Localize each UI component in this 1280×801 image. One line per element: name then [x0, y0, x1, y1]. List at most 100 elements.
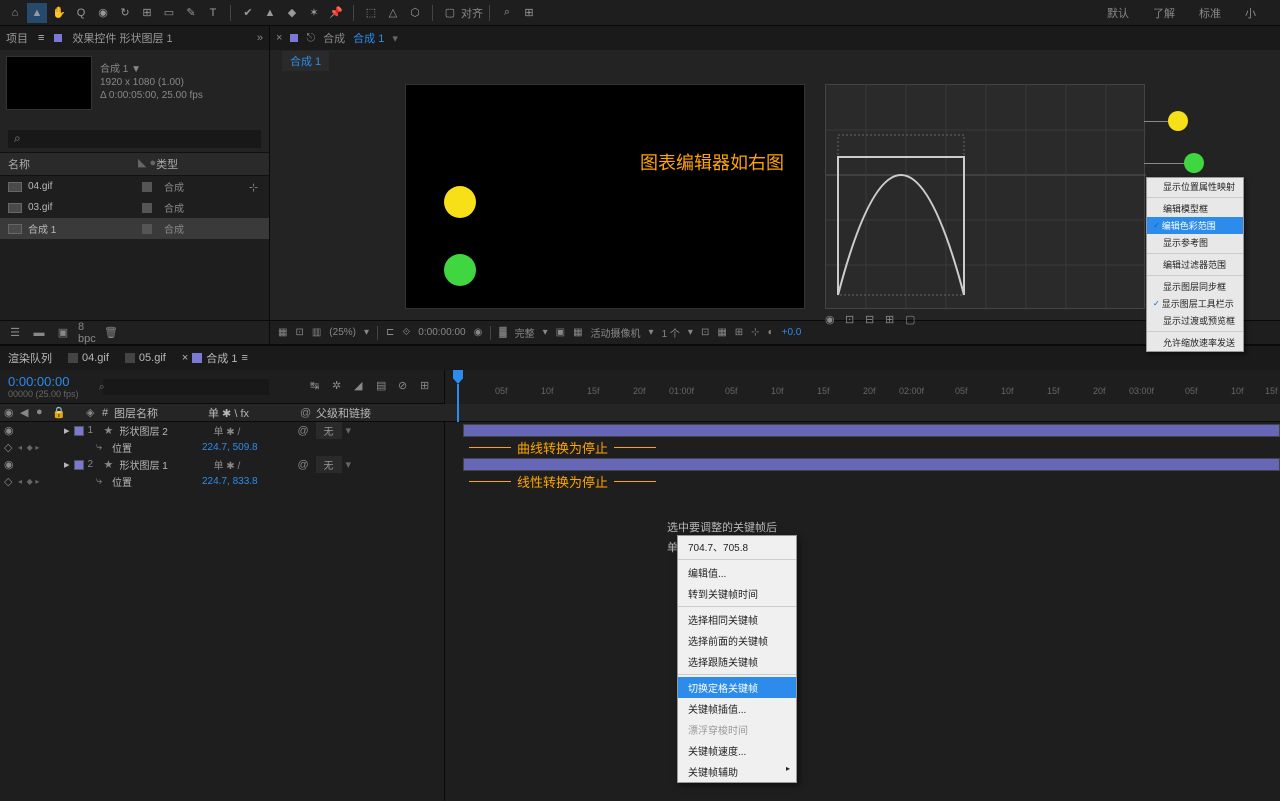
ws-learn[interactable]: 了解 [1153, 5, 1175, 21]
parent-dropdown[interactable]: 无 [316, 456, 342, 473]
home-icon[interactable]: ⌂ [5, 3, 25, 23]
flowchart-icon[interactable]: ⊹ [249, 181, 261, 193]
view-tool-icon[interactable]: ⊞ [735, 327, 743, 338]
channel-icon[interactable]: ▓ [499, 327, 506, 338]
composition-preview[interactable]: 图表编辑器如右图 [405, 84, 805, 309]
graph-tool-icon[interactable]: ▢ [905, 313, 919, 327]
grid-icon[interactable]: ⊡ [295, 327, 303, 338]
mesh-icon[interactable]: ⊞ [519, 3, 539, 23]
property-row[interactable]: ◇ ◂◆▸ ⤷ 位置 224.7, 509.8 [0, 439, 444, 456]
zoom-tool[interactable]: Q [71, 3, 91, 23]
comp-tab[interactable]: 合成 1 [282, 51, 329, 71]
shy-icon[interactable]: ◢ [354, 379, 370, 395]
pen-tool[interactable]: ✎ [181, 3, 201, 23]
magnify-icon[interactable]: ▦ [278, 327, 287, 338]
time-nav-icon[interactable]: ⟐ [402, 327, 410, 338]
graph-tool-icon[interactable]: ⊞ [885, 313, 899, 327]
eye-col-icon[interactable]: ◉ [4, 406, 18, 420]
graph-menu-item[interactable]: 显示参考图 [1147, 234, 1243, 251]
kf-menu-item[interactable]: 关键帧速度... [678, 740, 796, 761]
axis-world-icon[interactable]: △ [383, 3, 403, 23]
audio-col-icon[interactable]: ◀ [20, 406, 34, 420]
ws-standard[interactable]: 标准 [1199, 5, 1221, 21]
timeline-tab-render[interactable]: 渲染队列 [8, 350, 52, 366]
new-folder-icon[interactable]: ▬ [30, 325, 48, 341]
col-name-header[interactable]: 名称 [8, 156, 138, 172]
stopwatch-icon[interactable]: ◇ [4, 441, 14, 454]
layer-row[interactable]: ◉ ▸ 1 ★ 形状图层 2 单 ✱ / @ 无 ▾ [0, 422, 444, 439]
col-type-header[interactable]: 类型 [156, 156, 261, 172]
expand-icon[interactable]: ⤷ [96, 475, 108, 488]
property-row[interactable]: ◇ ◂◆▸ ⤷ 位置 224.7, 833.8 [0, 473, 444, 490]
kf-menu-item[interactable]: 选择跟随关键帧 [678, 651, 796, 672]
behind-tool[interactable]: ⊞ [137, 3, 157, 23]
roto-tool[interactable]: ✶ [304, 3, 324, 23]
next-kf-icon[interactable]: ▸ [35, 477, 42, 486]
timeline-tab[interactable]: 05.gif [125, 352, 166, 364]
layer-bar[interactable] [463, 458, 1280, 471]
transparency-icon[interactable]: ▦ [573, 327, 582, 338]
graph-editor[interactable]: 显示位置属性映射 编辑模型框 编辑色彩范围 显示参考图 编辑过滤器范围 显示图层… [825, 84, 1145, 309]
label-col-icon[interactable]: ◈ [86, 406, 100, 420]
timeline-search-input[interactable] [103, 379, 269, 395]
resolution-icon[interactable]: ⊏ [386, 327, 394, 338]
axis-view-icon[interactable]: ⬡ [405, 3, 425, 23]
expand-icon[interactable]: ⤷ [96, 441, 108, 454]
effect-controls-tab[interactable]: 效果控件 形状图层 1 [72, 30, 172, 46]
graph-editor-icon[interactable]: ⊞ [420, 379, 436, 395]
prev-kf-icon[interactable]: ◂ [18, 477, 25, 486]
bpc-label[interactable]: 8 bpc [78, 325, 96, 341]
mode-col[interactable]: 单 ✱ \ fx [208, 405, 298, 421]
graph-menu-item[interactable]: 编辑色彩范围 [1147, 217, 1243, 234]
puppet-tool[interactable]: 📌 [326, 3, 346, 23]
layer-label-color[interactable] [74, 460, 84, 470]
search-icon[interactable]: ⌕ [497, 3, 517, 23]
hand-tool[interactable]: ✋ [49, 3, 69, 23]
clone-tool[interactable]: ▲ [260, 3, 280, 23]
snapshot-icon[interactable]: ◉ [474, 327, 483, 338]
layer-bar[interactable] [463, 424, 1280, 437]
graph-menu-item[interactable]: 显示图层同步框 [1147, 278, 1243, 295]
add-kf-icon[interactable]: ◆ [27, 477, 34, 486]
view-tool-icon[interactable]: ⊡ [701, 327, 709, 338]
graph-tool-icon[interactable]: ⊟ [865, 313, 879, 327]
motion-blur-icon[interactable]: ⊘ [398, 379, 414, 395]
quality-dropdown[interactable]: 完整 [515, 325, 535, 340]
prev-kf-icon[interactable]: ◂ [18, 443, 25, 452]
current-timecode[interactable]: 0:00:00:00 [8, 374, 79, 389]
timeline-tab[interactable]: ×合成 1≡ [182, 350, 248, 366]
region-icon[interactable]: ▣ [556, 327, 565, 338]
add-kf-icon[interactable]: ◆ [27, 443, 34, 452]
axis-local-icon[interactable]: ⬚ [361, 3, 381, 23]
project-item[interactable]: 04.gif 合成 ⊹ [0, 176, 269, 197]
close-tab-icon[interactable]: × [276, 32, 282, 44]
camera-dropdown[interactable]: 活动摄像机 [591, 325, 641, 340]
position-value[interactable]: 224.7, 833.8 [202, 476, 258, 487]
selection-tool[interactable]: ▲ [27, 3, 47, 23]
next-kf-icon[interactable]: ▸ [35, 443, 42, 452]
parent-col[interactable]: 父级和链接 [316, 405, 371, 421]
views-dropdown[interactable]: 1 个 [662, 325, 680, 340]
pickwhip-icon[interactable]: @ [298, 425, 312, 437]
new-comp-icon[interactable]: ▣ [54, 325, 72, 341]
stopwatch-icon[interactable]: ◇ [4, 475, 14, 488]
exposure-icon[interactable]: ◐ [768, 327, 774, 338]
mask-icon[interactable]: ▥ [312, 327, 321, 338]
time-ruler[interactable]: 05f 10f 15f 20f 01:00f 05f 10f 15f 20f 0… [445, 370, 1280, 404]
solo-col-icon[interactable]: ● [36, 406, 50, 420]
graph-menu-item[interactable]: 显示过渡或预览框 [1147, 312, 1243, 329]
parent-dropdown[interactable]: 无 [316, 422, 342, 439]
graph-tool-icon[interactable]: ⊡ [845, 313, 859, 327]
view-tool-icon[interactable]: ▦ [717, 327, 726, 338]
view-tool-icon[interactable]: ⊹ [751, 327, 759, 338]
brush-tool[interactable]: ✔ [238, 3, 258, 23]
text-tool[interactable]: T [203, 3, 223, 23]
project-item[interactable]: 03.gif 合成 [0, 197, 269, 218]
orbit-tool[interactable]: ◉ [93, 3, 113, 23]
pickwhip-icon[interactable]: @ [298, 459, 312, 471]
ws-small[interactable]: 小 [1245, 5, 1256, 21]
graph-menu-item[interactable]: 显示图层工具栏示 [1147, 295, 1243, 312]
zoom-dropdown[interactable]: (25%) [329, 327, 356, 338]
visibility-toggle[interactable]: ◉ [4, 458, 16, 471]
snap-icon[interactable]: ▢ [440, 3, 460, 23]
